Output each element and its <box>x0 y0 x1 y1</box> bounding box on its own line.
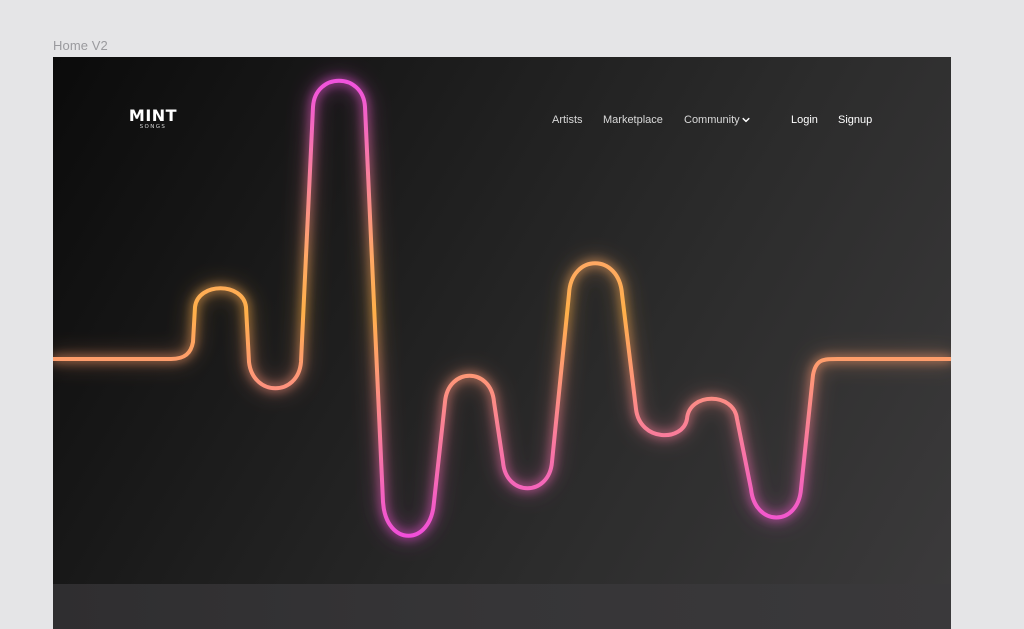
nav-item-artists[interactable]: Artists <box>552 112 583 128</box>
home-frame: MINT SONGS Artists Marketplace Community… <box>53 57 951 629</box>
chevron-down-icon <box>742 117 750 123</box>
next-section <box>53 584 951 629</box>
frame-label: Home V2 <box>53 38 108 53</box>
neon-waveform <box>53 76 951 541</box>
hero-section: MINT SONGS Artists Marketplace Community… <box>53 57 951 584</box>
top-nav: Artists Marketplace Community Login Sign… <box>53 112 951 128</box>
signup-link[interactable]: Signup <box>838 112 872 128</box>
login-link[interactable]: Login <box>791 112 818 128</box>
nav-item-community[interactable]: Community <box>684 112 750 128</box>
nav-item-marketplace[interactable]: Marketplace <box>603 112 663 128</box>
nav-item-community-label: Community <box>684 114 740 126</box>
